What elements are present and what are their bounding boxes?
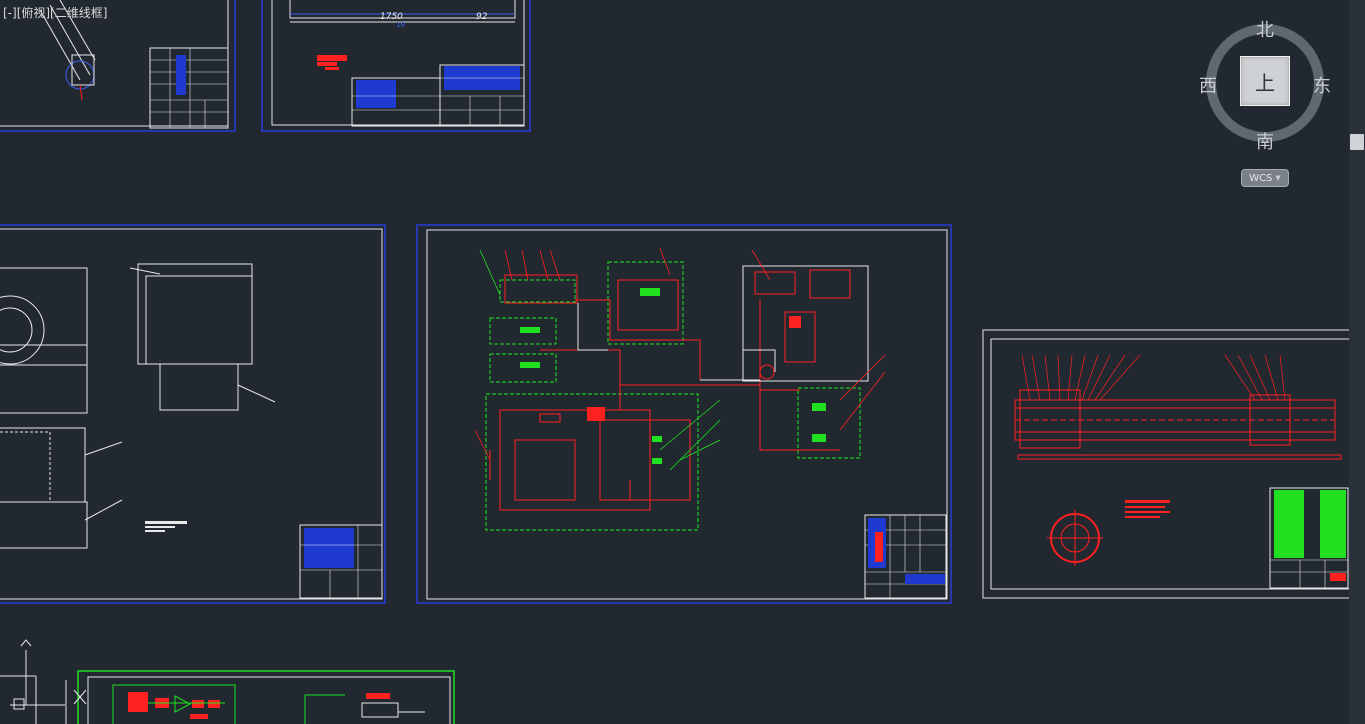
viewcube-top-face[interactable]: 上 bbox=[1240, 56, 1290, 106]
viewcube-west[interactable]: 西 bbox=[1199, 72, 1217, 98]
drawing-sheet-cylinder bbox=[982, 329, 1364, 599]
drawing-sheet-hydraulic bbox=[416, 224, 952, 604]
drawing-sheet-control bbox=[77, 670, 455, 724]
wcs-menu-button[interactable]: WCS ▼ bbox=[1241, 169, 1289, 187]
drawing-sheet-gearbox bbox=[0, 224, 386, 604]
wcs-label: WCS bbox=[1249, 172, 1273, 184]
drawing-canvas[interactable]: 1750 92 18 bbox=[0, 0, 1365, 724]
dimension-text: 18 bbox=[396, 21, 405, 29]
viewcube-south[interactable]: 南 bbox=[1256, 128, 1274, 154]
chevron-down-icon: ▼ bbox=[1275, 174, 1281, 182]
viewport-controls-label[interactable]: [-][俯视][二维线框] bbox=[3, 4, 107, 21]
ucs-icon bbox=[0, 639, 87, 724]
dimension-text: 92 bbox=[476, 12, 488, 22]
scrollbar-thumb[interactable] bbox=[1350, 134, 1364, 150]
viewcube-east[interactable]: 东 bbox=[1313, 72, 1331, 98]
viewcube-north[interactable]: 北 bbox=[1256, 16, 1274, 42]
drawing-sheet-assembly: 1750 92 18 bbox=[261, 0, 531, 132]
viewcube[interactable]: 北 南 东 西 上 bbox=[1195, 14, 1335, 189]
vertical-scrollbar[interactable] bbox=[1349, 0, 1365, 724]
